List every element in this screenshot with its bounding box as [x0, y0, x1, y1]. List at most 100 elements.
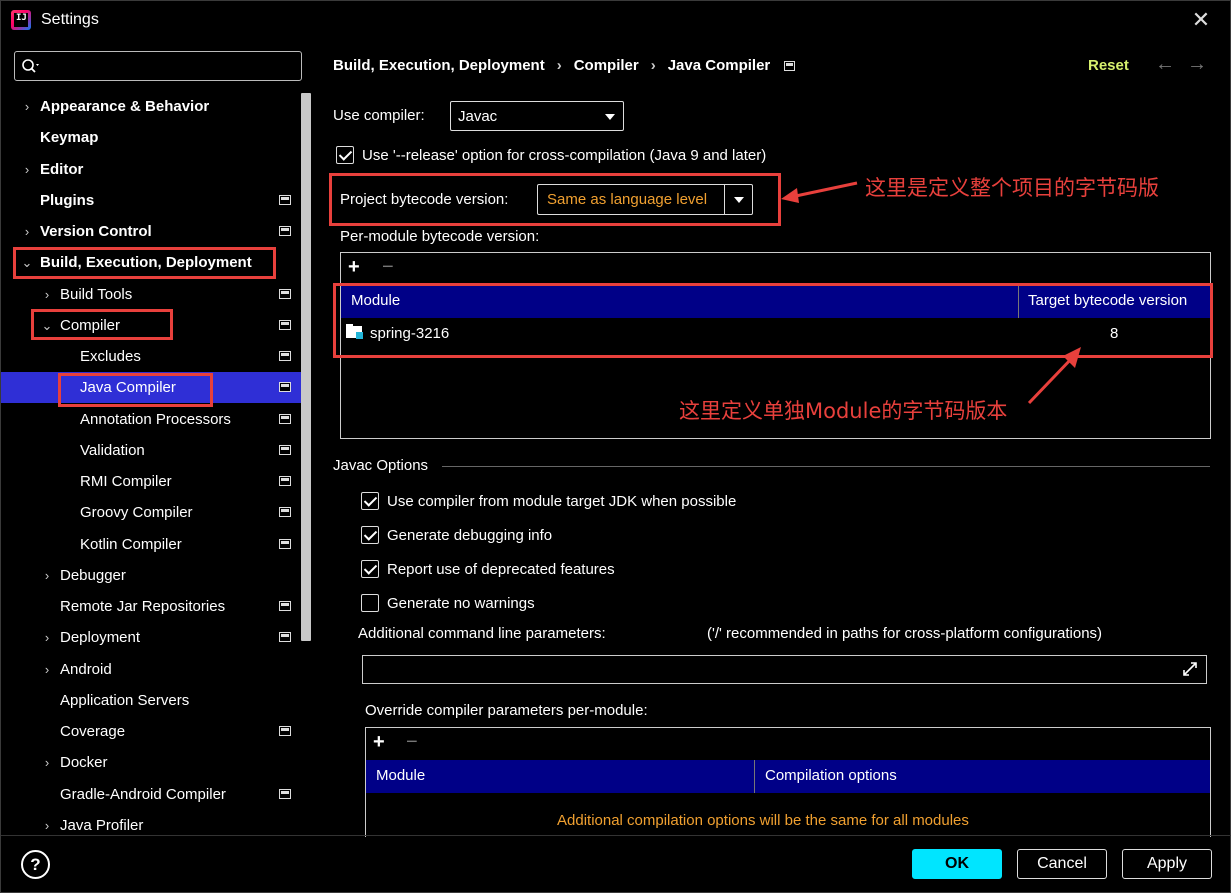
chevron-right-icon[interactable]: ›	[40, 810, 54, 833]
sidebar-scrollbar[interactable]	[301, 93, 311, 641]
sidebar-item-gradle-android-compiler[interactable]: Gradle-Android Compiler	[1, 779, 301, 810]
footer-divider	[1, 835, 1231, 836]
javac-option-checkbox[interactable]	[361, 594, 379, 612]
project-scope-icon	[279, 382, 291, 393]
sidebar-item-label: Android	[60, 660, 112, 678]
sidebar-item-version-control[interactable]: › Version Control	[1, 216, 301, 247]
sidebar-item-groovy-compiler[interactable]: Groovy Compiler	[1, 497, 301, 528]
sidebar-item-label: Debugger	[60, 566, 126, 584]
sidebar-item-editor[interactable]: › Editor	[1, 154, 301, 185]
search-input[interactable]	[14, 51, 302, 81]
annotation-module-note: 这里定义单独Module的字节码版本	[679, 399, 1008, 423]
ok-button[interactable]: OK	[912, 849, 1002, 879]
release-option-checkbox[interactable]	[336, 146, 354, 164]
add-override-button[interactable]: +	[373, 731, 385, 754]
project-scope-icon	[279, 351, 291, 361]
cancel-button[interactable]: Cancel	[1017, 849, 1107, 879]
project-scope-icon	[279, 726, 291, 736]
sidebar-item-label: Version Control	[40, 223, 152, 240]
sidebar-item-validation[interactable]: Validation	[1, 435, 301, 466]
use-compiler-select[interactable]: Javac	[450, 101, 624, 131]
search-icon	[22, 59, 39, 73]
sidebar-item-docker[interactable]: › Docker	[1, 747, 301, 778]
project-scope-icon	[279, 788, 291, 799]
sidebar-item-kotlin-compiler[interactable]: Kotlin Compiler	[1, 529, 301, 560]
javac-option-checkbox[interactable]	[361, 560, 379, 578]
forward-arrow-icon[interactable]: →	[1187, 53, 1207, 76]
javac-option-label: Generate no warnings	[387, 595, 535, 612]
settings-tree: › Appearance & Behavior Keymap › Editor Plugi…	[1, 91, 301, 833]
highlight-java-compiler	[58, 373, 213, 407]
sidebar-item-keymap[interactable]: Keymap	[1, 122, 301, 153]
project-scope-icon	[279, 226, 291, 236]
sidebar-item-excludes[interactable]: Excludes	[1, 341, 301, 372]
sidebar-item-rmi-compiler[interactable]: RMI Compiler	[1, 466, 301, 497]
per-module-label: Per-module bytecode version:	[340, 228, 540, 245]
additional-params-input[interactable]	[362, 655, 1207, 684]
project-scope-icon	[279, 194, 291, 205]
javac-option-label: Report use of deprecated features	[387, 561, 615, 578]
annotation-arrow-module	[1027, 347, 1081, 405]
javac-options-label: Javac Options	[333, 457, 429, 474]
sidebar-item-label: Keymap	[40, 129, 99, 147]
breadcrumb-sep: ›	[650, 57, 656, 74]
sidebar-item-annotation-processors[interactable]: Annotation Processors	[1, 404, 301, 435]
sidebar-item-deployment[interactable]: › Deployment	[1, 622, 301, 653]
sidebar-item-java-profiler[interactable]: › Java Profiler	[1, 810, 301, 833]
chevron-right-icon[interactable]: ›	[40, 622, 54, 653]
column-header-compilation-options[interactable]: Compilation options	[765, 767, 897, 784]
sidebar-item-label: Groovy Compiler	[80, 504, 193, 522]
javac-option-checkbox[interactable]	[361, 526, 379, 544]
chevron-right-icon[interactable]: ›	[40, 654, 54, 685]
sidebar-item-label: Validation	[80, 441, 145, 459]
reset-link[interactable]: Reset	[1088, 57, 1129, 74]
chevron-right-icon[interactable]: ›	[40, 279, 54, 310]
remove-module-button[interactable]: −	[382, 256, 394, 279]
sidebar-item-application-servers[interactable]: Application Servers	[1, 685, 301, 716]
project-scope-icon	[279, 601, 291, 611]
project-bytecode-label: Project bytecode version:	[340, 191, 509, 208]
chevron-right-icon[interactable]: ›	[20, 216, 34, 247]
additional-params-hint: ('/' recommended in paths for cross-plat…	[707, 625, 1103, 642]
sidebar-item-label: Appearance & Behavior	[40, 98, 210, 115]
back-arrow-icon[interactable]: ←	[1155, 53, 1175, 76]
breadcrumb-sep: ›	[556, 57, 562, 74]
breadcrumb-build: Build, Execution, Deployment	[333, 57, 545, 74]
sidebar-item-debugger[interactable]: › Debugger	[1, 560, 301, 591]
help-button[interactable]: ?	[21, 850, 50, 879]
title-bar: IJ Settings ✕	[1, 1, 1231, 39]
column-header-module[interactable]: Module	[376, 767, 425, 784]
project-bytecode-value: Same as language level	[547, 191, 708, 208]
override-label: Override compiler parameters per-module:	[365, 702, 648, 719]
chevron-right-icon[interactable]: ›	[20, 154, 34, 185]
annotation-arrow-project	[781, 181, 858, 203]
add-module-button[interactable]: +	[348, 256, 360, 279]
chevron-right-icon[interactable]: ›	[40, 747, 54, 778]
project-scope-icon	[279, 476, 291, 486]
sidebar-item-plugins[interactable]: Plugins	[1, 185, 301, 216]
sidebar-item-build-tools[interactable]: › Build Tools	[1, 279, 301, 310]
combo-divider	[724, 185, 725, 214]
highlight-compiler	[31, 309, 173, 340]
sidebar-item-label: Annotation Processors	[80, 410, 231, 428]
close-icon[interactable]: ✕	[1187, 7, 1215, 33]
chevron-right-icon[interactable]: ›	[20, 91, 34, 122]
sidebar-item-label: Excludes	[80, 348, 141, 365]
expand-icon[interactable]	[1181, 660, 1199, 678]
additional-params-label: Additional command line parameters:	[358, 625, 606, 642]
annotation-project-note: 这里是定义整个项目的字节码版	[865, 176, 1159, 200]
project-bytecode-select[interactable]: Same as language level	[537, 184, 753, 215]
sidebar-item-coverage[interactable]: Coverage	[1, 716, 301, 747]
override-table-header: Module Compilation options	[366, 760, 1210, 793]
project-scope-icon	[279, 632, 291, 643]
sidebar-item-remote-jar-repositories[interactable]: Remote Jar Repositories	[1, 591, 301, 622]
sidebar-item-appearance-behavior[interactable]: › Appearance & Behavior	[1, 91, 301, 122]
column-divider[interactable]	[754, 760, 755, 793]
project-scope-icon	[279, 538, 291, 549]
override-empty-text: Additional compilation options will be t…	[557, 812, 969, 829]
javac-option-checkbox[interactable]	[361, 492, 379, 510]
apply-button[interactable]: Apply	[1122, 849, 1212, 879]
remove-override-button[interactable]: −	[406, 731, 418, 754]
chevron-right-icon[interactable]: ›	[40, 560, 54, 591]
sidebar-item-android[interactable]: › Android	[1, 654, 301, 685]
